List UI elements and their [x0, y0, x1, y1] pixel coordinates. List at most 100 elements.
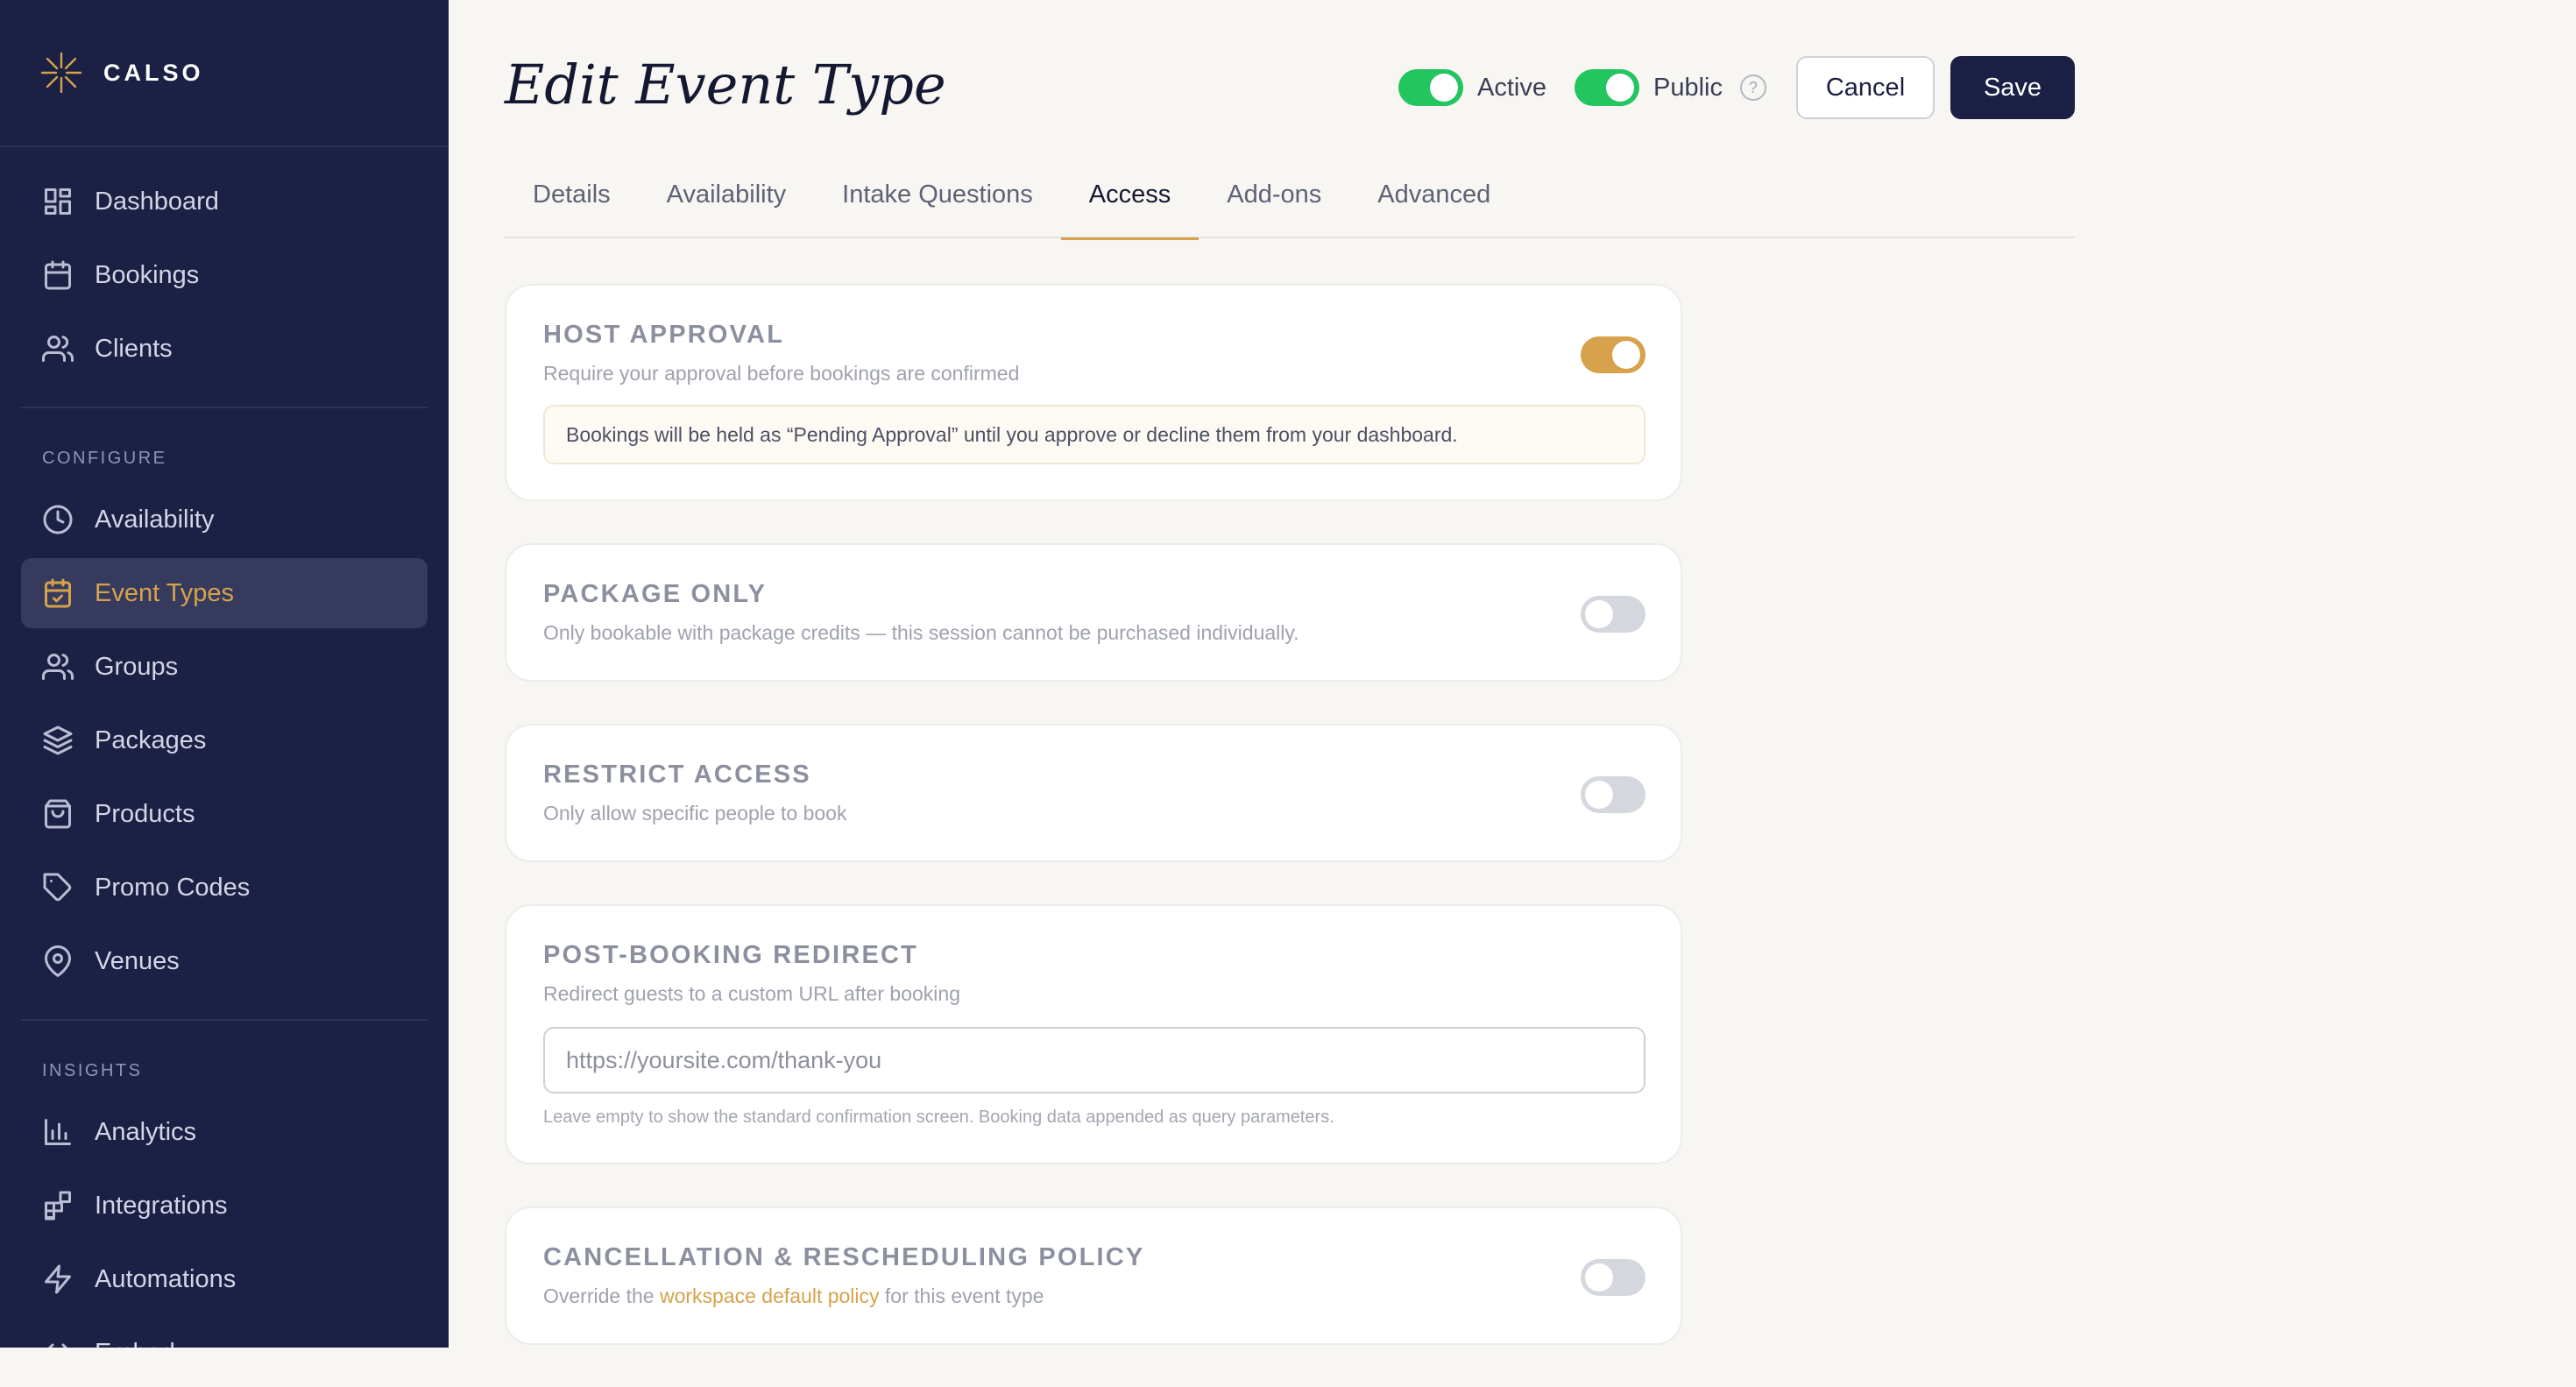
toggle-knob — [1606, 74, 1634, 102]
sidebar-item-promo-codes[interactable]: Promo Codes — [21, 853, 428, 923]
public-toggle[interactable] — [1575, 69, 1639, 106]
card-description: Require your approval before bookings ar… — [543, 362, 1020, 385]
restrict-access-toggle[interactable] — [1581, 776, 1645, 813]
cancellation-policy-card: CANCELLATION & RESCHEDULING POLICY Overr… — [505, 1207, 1682, 1345]
sidebar: CALSO Dashboard Bookings Clients CONFIGU… — [0, 0, 449, 1348]
card-description: Redirect guests to a custom URL after bo… — [543, 982, 960, 1005]
pending-approval-note: Bookings will be held as “Pending Approv… — [543, 405, 1645, 464]
sidebar-item-label: Groups — [95, 652, 179, 681]
code-icon — [47, 1343, 68, 1348]
sidebar-item-clients[interactable]: Clients — [21, 314, 428, 384]
zap-icon — [45, 1264, 71, 1294]
page-title: Edit Event Type — [505, 53, 946, 117]
workspace-policy-link[interactable]: workspace default policy — [660, 1284, 880, 1307]
users-icon — [42, 336, 74, 362]
nav-heading-configure: CONFIGURE — [42, 449, 167, 468]
card-description: Override the workspace default policy fo… — [543, 1284, 1645, 1308]
cancellation-policy-toggle[interactable] — [1581, 1259, 1645, 1296]
calendar-icon — [45, 260, 71, 290]
help-icon[interactable]: ? — [1740, 74, 1766, 101]
host-approval-toggle[interactable] — [1581, 336, 1645, 373]
sidebar-item-venues[interactable]: Venues — [21, 926, 428, 996]
redirect-hint: Leave empty to show the standard confirm… — [543, 1107, 1334, 1127]
sidebar-item-dashboard[interactable]: Dashboard — [21, 166, 428, 237]
nav-heading-insights: INSIGHTS — [42, 1061, 143, 1080]
nav-group-main: Dashboard Bookings Clients — [21, 147, 428, 407]
map-pin-icon — [45, 945, 71, 977]
tab-bar: Details Availability Intake Questions Ac… — [505, 179, 2075, 240]
tab-details[interactable]: Details — [505, 179, 639, 238]
save-button[interactable]: Save — [1950, 56, 2075, 119]
nav-group-insights: INSIGHTS Analytics Integrations Automati… — [21, 1019, 428, 1348]
tag-icon — [43, 873, 72, 902]
card-description: Only bookable with package credits — thi… — [543, 621, 1299, 644]
card-title: HOST APPROVAL — [543, 321, 785, 349]
card-title: CANCELLATION & RESCHEDULING POLICY — [543, 1243, 1145, 1271]
sidebar-item-analytics[interactable]: Analytics — [21, 1097, 428, 1167]
page-header: Edit Event Type Active Public ? Cancel S… — [505, 0, 2075, 179]
brand-name: CALSO — [103, 59, 204, 86]
sidebar-item-event-types[interactable]: Event Types — [21, 558, 428, 628]
desc-suffix: for this event type — [884, 1284, 1044, 1307]
sidebar-item-label: Venues — [95, 946, 180, 975]
puzzle-icon — [45, 1191, 71, 1221]
tab-add-ons[interactable]: Add-ons — [1199, 179, 1349, 238]
sidebar-item-label: Promo Codes — [95, 873, 251, 902]
card-title: PACKAGE ONLY — [543, 580, 768, 608]
host-approval-card: HOST APPROVAL Require your approval befo… — [505, 284, 1682, 501]
clock-icon — [43, 505, 73, 534]
sidebar-item-label: Event Types — [95, 578, 235, 607]
sidebar-item-label: Integrations — [95, 1191, 228, 1220]
nav-group-configure: CONFIGURE Availability Event Types Group… — [21, 407, 428, 1019]
sidebar-item-label: Availability — [95, 505, 215, 534]
tab-intake-questions[interactable]: Intake Questions — [814, 179, 1061, 238]
sidebar-item-automations[interactable]: Automations — [21, 1244, 428, 1314]
sidebar-item-embed[interactable]: Embed — [21, 1318, 428, 1348]
users-icon — [42, 654, 74, 680]
sidebar-item-packages[interactable]: Packages — [21, 705, 428, 775]
toggle-knob — [1585, 600, 1613, 628]
public-label: Public — [1653, 73, 1723, 102]
toggle-knob — [1585, 781, 1613, 809]
card-title: POST-BOOKING REDIRECT — [543, 941, 919, 969]
header-actions: Active Public ? Cancel Save — [1398, 56, 2075, 119]
sidebar-item-label: Embed — [95, 1339, 175, 1348]
sidebar-item-availability[interactable]: Availability — [21, 485, 428, 555]
card-title: RESTRICT ACCESS — [543, 761, 811, 789]
sidebar-item-products[interactable]: Products — [21, 779, 428, 849]
sidebar-item-label: Clients — [95, 334, 173, 363]
package-only-card: PACKAGE ONLY Only bookable with package … — [505, 543, 1682, 682]
sidebar-item-label: Products — [95, 799, 195, 828]
sidebar-item-label: Dashboard — [95, 187, 219, 216]
desc-prefix: Override the — [543, 1284, 655, 1307]
active-label: Active — [1477, 73, 1546, 102]
tab-access[interactable]: Access — [1060, 179, 1200, 240]
sidebar-item-label: Automations — [95, 1264, 237, 1293]
active-toggle[interactable] — [1398, 69, 1464, 106]
sidebar-item-label: Analytics — [95, 1117, 197, 1146]
sidebar-item-bookings[interactable]: Bookings — [21, 240, 428, 310]
layers-icon — [43, 725, 73, 755]
package-only-toggle[interactable] — [1581, 596, 1645, 633]
shopping-bag-icon — [45, 799, 71, 829]
sidebar-item-integrations[interactable]: Integrations — [21, 1171, 428, 1241]
grid-icon — [45, 188, 71, 215]
toggle-knob — [1585, 1263, 1613, 1291]
access-settings: HOST APPROVAL Require your approval befo… — [505, 238, 1682, 1345]
brand[interactable]: CALSO — [0, 0, 449, 147]
redirect-url-input[interactable] — [543, 1027, 1645, 1093]
tab-advanced[interactable]: Advanced — [1349, 179, 1518, 238]
cancel-button[interactable]: Cancel — [1796, 56, 1935, 119]
toggle-knob — [1430, 74, 1459, 102]
bar-chart-icon — [45, 1119, 71, 1145]
restrict-access-card: RESTRICT ACCESS Only allow specific peop… — [505, 724, 1682, 862]
sidebar-item-label: Bookings — [95, 260, 200, 289]
card-description: Only allow specific people to book — [543, 802, 847, 824]
tab-availability[interactable]: Availability — [639, 179, 814, 238]
sidebar-nav: Dashboard Bookings Clients CONFIGURE Ava… — [0, 147, 449, 1348]
sparkle-logo-icon — [40, 52, 82, 94]
post-booking-redirect-card: POST-BOOKING REDIRECT Redirect guests to… — [505, 904, 1682, 1164]
sidebar-item-groups[interactable]: Groups — [21, 632, 428, 702]
calendar-check-icon — [45, 578, 71, 608]
main-content: Edit Event Type Active Public ? Cancel S… — [505, 0, 2075, 1387]
